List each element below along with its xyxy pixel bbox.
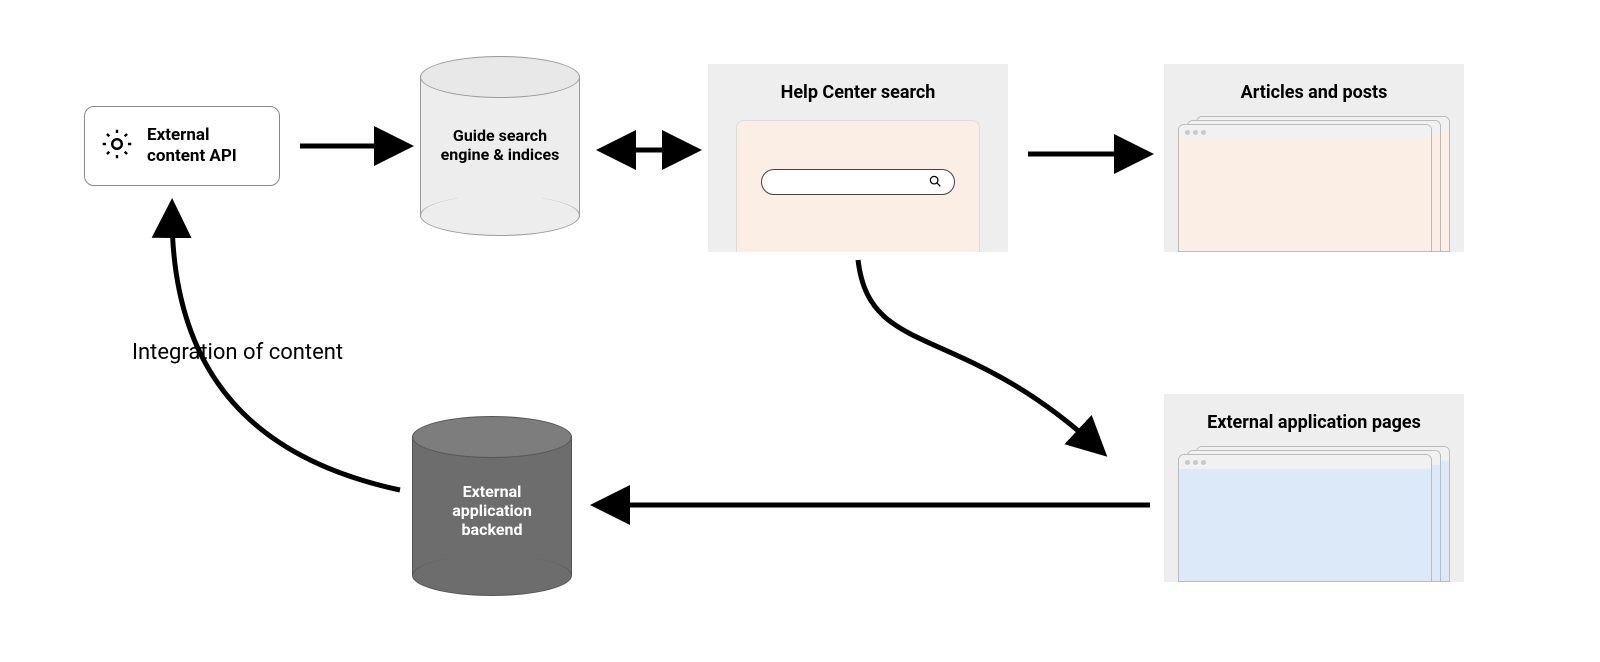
search-icon xyxy=(928,173,942,192)
architecture-diagram: External content API Guide search engine… xyxy=(0,0,1600,662)
edge-label-integration: Integration of content xyxy=(132,338,343,369)
node-label: External content API xyxy=(147,125,237,168)
node-help-center-search: Help Center search xyxy=(708,64,1008,252)
node-external-app-backend: External application backend xyxy=(412,416,572,596)
node-guide-search-db: Guide search engine & indices xyxy=(420,56,580,236)
panel-title: Articles and posts xyxy=(1164,64,1464,103)
panel-title: External application pages xyxy=(1164,394,1464,433)
gear-icon xyxy=(99,126,135,166)
browser-window-icon xyxy=(1178,124,1432,252)
node-label: External application backend xyxy=(412,482,572,539)
search-input-mock xyxy=(761,169,955,195)
arrow-helpcenter-to-extpages xyxy=(858,260,1100,450)
browser-window-icon xyxy=(1178,454,1432,582)
node-external-app-pages: External application pages xyxy=(1164,394,1464,582)
help-center-preview xyxy=(736,120,980,252)
panel-title: Help Center search xyxy=(708,64,1008,103)
node-articles-and-posts: Articles and posts xyxy=(1164,64,1464,252)
node-external-content-api: External content API xyxy=(84,106,280,186)
node-label: Guide search engine & indices xyxy=(420,126,580,164)
